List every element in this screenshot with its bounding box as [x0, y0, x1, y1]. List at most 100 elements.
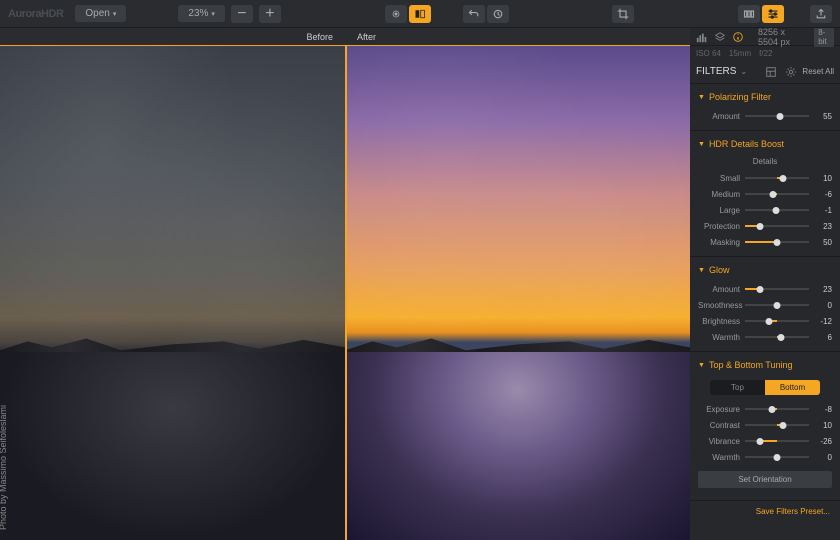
slider-knob[interactable]: [773, 207, 780, 214]
slider-row: Exposure -8: [690, 401, 840, 417]
exif-aperture: f/22: [759, 49, 772, 58]
subsection-label: Details: [690, 155, 840, 170]
original-view-icon[interactable]: [385, 5, 407, 23]
slider-track[interactable]: [745, 241, 809, 243]
slider-row: Contrast 10: [690, 417, 840, 433]
slider-label: Contrast: [698, 421, 740, 430]
slider-value: 50: [814, 238, 832, 247]
info-icon[interactable]: [732, 31, 744, 43]
slider-value: 23: [814, 222, 832, 231]
crop-icon[interactable]: [612, 5, 634, 23]
reset-all-button[interactable]: Reset All: [802, 67, 834, 76]
slider-knob[interactable]: [777, 113, 784, 120]
slider-track[interactable]: [745, 408, 809, 410]
slider-knob[interactable]: [766, 318, 773, 325]
slider-row: Small10: [690, 170, 840, 186]
triangle-down-icon: ▼: [698, 141, 705, 148]
filters-panel: 8256 x 5504 px 8-bit ISO 64 15mm f/22 FI…: [690, 28, 840, 540]
slider-knob[interactable]: [774, 454, 781, 461]
slider-knob[interactable]: [780, 422, 787, 429]
exif-row: ISO 64 15mm f/22: [690, 46, 840, 60]
filters-header: FILTERS ⌄ Reset All: [690, 60, 840, 84]
section-name: Polarizing Filter: [709, 92, 771, 102]
image-area[interactable]: Photo by Massimo Seifoleslami: [0, 46, 690, 540]
slider-value: -8: [814, 405, 832, 414]
section-name: Top & Bottom Tuning: [709, 360, 793, 370]
slider-value: 6: [814, 333, 832, 342]
open-button[interactable]: Open▾: [75, 5, 126, 22]
slider-knob[interactable]: [777, 334, 784, 341]
slider-knob[interactable]: [768, 406, 775, 413]
slider-value: 10: [814, 421, 832, 430]
slider-row: Vibrance-26: [690, 433, 840, 449]
slider-knob[interactable]: [770, 191, 777, 198]
slider-knob[interactable]: [780, 175, 787, 182]
section-name: Glow: [709, 265, 730, 275]
slider-knob[interactable]: [756, 286, 763, 293]
tab-bottom[interactable]: Bottom: [765, 380, 820, 395]
zoom-in-button[interactable]: +: [259, 5, 281, 23]
section-header[interactable]: ▼ Top & Bottom Tuning: [690, 358, 840, 376]
slider-track[interactable]: [745, 424, 809, 426]
slider-row: Masking 50: [690, 234, 840, 250]
section-header[interactable]: ▼ Polarizing Filter: [690, 90, 840, 108]
slider-track[interactable]: [745, 115, 809, 117]
histogram-icon[interactable]: [696, 31, 708, 43]
compare-view-icon[interactable]: [409, 5, 431, 23]
slider-row: Brightness -12: [690, 313, 840, 329]
triangle-down-icon: ▼: [698, 267, 705, 274]
save-preset-button[interactable]: Save Filters Preset...: [690, 501, 840, 522]
layers-icon[interactable]: [714, 31, 726, 43]
slider-track[interactable]: [745, 304, 809, 306]
export-icon[interactable]: [810, 5, 832, 23]
chevron-down-icon[interactable]: ⌄: [740, 67, 747, 76]
slider-track[interactable]: [745, 456, 809, 458]
slider-label: Protection: [698, 222, 740, 231]
history-icon[interactable]: [487, 5, 509, 23]
presets-icon[interactable]: [738, 5, 760, 23]
section-header[interactable]: ▼HDR Details Boost: [690, 137, 840, 155]
triangle-down-icon: ▼: [698, 94, 705, 101]
image-dimensions: 8256 x 5504 px: [758, 28, 804, 47]
section-header[interactable]: ▼ Glow: [690, 263, 840, 281]
filter-section: ▼GlowAmount23Smoothness0Brightness-12War…: [690, 257, 840, 352]
slider-value: 0: [814, 453, 832, 462]
slider-track[interactable]: [745, 225, 809, 227]
compare-divider[interactable]: [345, 46, 347, 540]
slider-label: Brightness: [698, 317, 740, 326]
slider-knob[interactable]: [774, 302, 781, 309]
zoom-out-button[interactable]: −: [231, 5, 253, 23]
filter-section: ▼ Polarizing Filter Amount55: [690, 84, 840, 131]
zoom-dropdown[interactable]: 23%▾: [178, 5, 225, 22]
slider-track[interactable]: [745, 320, 809, 322]
gear-icon[interactable]: [784, 65, 798, 79]
slider-track[interactable]: [745, 193, 809, 195]
undo-icon[interactable]: [463, 5, 485, 23]
tab-top[interactable]: Top: [710, 380, 765, 395]
slider-row: Amount55: [690, 108, 840, 124]
slider-knob[interactable]: [756, 223, 763, 230]
slider-knob[interactable]: [757, 438, 764, 445]
workspace-icon[interactable]: [764, 65, 778, 79]
slider-label: Large: [698, 206, 740, 215]
slider-label: Exposure: [698, 405, 740, 414]
top-toolbar: AuroraHDR Open▾ 23%▾ − +: [0, 0, 840, 28]
slider-track[interactable]: [745, 209, 809, 211]
slider-value: -12: [814, 317, 832, 326]
slider-knob[interactable]: [774, 239, 781, 246]
slider-track[interactable]: [745, 440, 809, 442]
slider-label: Masking: [698, 238, 740, 247]
set-orientation-button[interactable]: Set Orientation: [698, 471, 832, 488]
triangle-down-icon: ▼: [698, 362, 705, 369]
slider-label: Medium: [698, 190, 740, 199]
top-bottom-toggle: TopBottom: [710, 380, 820, 395]
slider-track[interactable]: [745, 177, 809, 179]
before-image: [0, 46, 345, 540]
slider-label: Amount: [698, 112, 740, 121]
filters-panel-icon[interactable]: [762, 5, 784, 23]
slider-track[interactable]: [745, 288, 809, 290]
bit-depth: 8-bit: [814, 28, 834, 47]
slider-value: 23: [814, 285, 832, 294]
slider-label: Vibrance: [698, 437, 740, 446]
slider-track[interactable]: [745, 336, 809, 338]
